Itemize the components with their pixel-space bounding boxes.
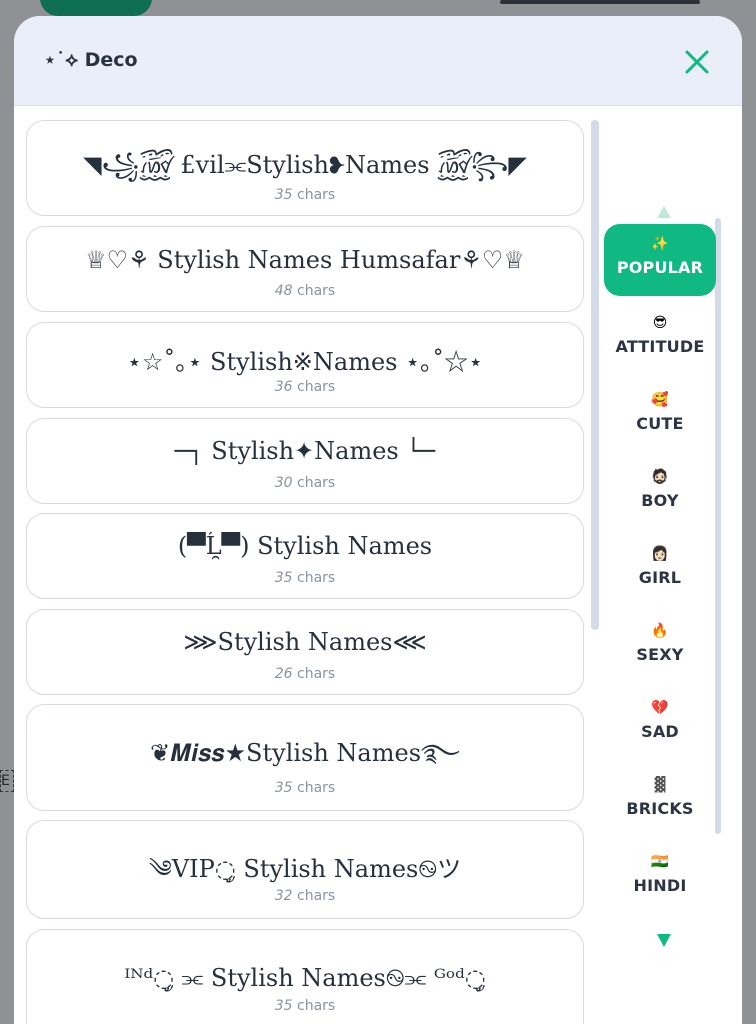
category-boy[interactable]: 🧔🏻 BOY	[604, 457, 716, 529]
category-sexy[interactable]: 🔥 SEXY	[604, 611, 716, 683]
style-card[interactable]: ♕♡⚘ Stylish Names Humsafar⚘♡♕ 48 chars	[26, 226, 584, 312]
category-label: ATTITUDE	[615, 337, 705, 356]
bricks-icon: ▓	[654, 777, 666, 793]
style-name: ♕♡⚘ Stylish Names Humsafar⚘♡♕	[85, 246, 525, 274]
char-count: 26 chars	[274, 666, 336, 682]
background-divider	[500, 0, 700, 4]
char-count: 48 chars	[274, 283, 336, 299]
deco-modal: ⋆˙⟡ Deco ◥꧁꫞ £vil⫘Stylish❥Names ꫞꧂◤ 35 c…	[14, 16, 742, 1024]
category-sad[interactable]: 💔 SAD	[604, 688, 716, 760]
sunglasses-icon: 😎	[652, 315, 668, 331]
category-label: BOY	[641, 491, 679, 510]
category-label: SAD	[641, 722, 679, 741]
char-count: 35 chars	[274, 998, 336, 1014]
style-name: ─┐ Stylish✦Names └─	[174, 437, 436, 465]
style-card[interactable]: ◥꧁꫞ £vil⫘Stylish❥Names ꫞꧂◤ 35 chars	[26, 120, 584, 216]
style-card[interactable]: (▀̿Ĺ̯▀̿) Stylish Names 35 chars	[26, 513, 584, 599]
woman-icon: 👩🏻	[651, 546, 669, 562]
style-card[interactable]: ⋆☆˚｡⋆ Stylish※Names ⋆｡˚☆⋆ 36 chars	[26, 322, 584, 408]
category-label: POPULAR	[616, 258, 704, 277]
background-input-stub: E	[0, 770, 14, 792]
chevron-up-icon[interactable]	[657, 206, 671, 218]
category-hindi[interactable]: 🇮🇳 HINDI	[604, 842, 716, 914]
broken-heart-icon: 💔	[651, 700, 669, 716]
category-label: GIRL	[638, 568, 682, 587]
char-count: 35 chars	[274, 187, 336, 203]
category-girl[interactable]: 👩🏻 GIRL	[604, 534, 716, 606]
chevron-down-icon[interactable]	[657, 934, 671, 947]
char-count: 30 chars	[274, 475, 336, 491]
char-count: 35 chars	[274, 570, 336, 586]
style-card[interactable]: ❦𝑴𝒊𝒔𝒔★Stylish Names࿐ 35 chars	[26, 704, 584, 811]
india-flag-icon: 🇮🇳	[651, 854, 669, 870]
modal-title: ⋆˙⟡ Deco	[44, 49, 138, 71]
bearded-man-icon: 🧔🏻	[651, 469, 669, 485]
char-count: 36 chars	[274, 379, 336, 395]
style-card[interactable]: ─┐ Stylish✦Names └─ 30 chars	[26, 418, 584, 504]
style-card[interactable]: ༄VIP◌ᤢ Stylish Names࿊ツ 32 chars	[26, 820, 584, 919]
hearts-face-icon: 🥰	[651, 392, 669, 408]
close-button[interactable]	[682, 47, 712, 77]
category-popular[interactable]: ✨ POPULAR	[604, 224, 716, 296]
style-card[interactable]: ᴵᴺᵈ◌ᤢ ⫘ Stylish Names࿊⫘ ᴳᵒᵈ◌ᤢ 35 chars	[26, 929, 584, 1024]
category-bricks[interactable]: ▓ BRICKS	[604, 765, 716, 837]
background-button	[40, 0, 152, 16]
list-scrollbar[interactable]	[591, 120, 599, 630]
sparkles-icon: ✨	[651, 236, 669, 252]
close-icon	[685, 50, 709, 74]
category-attitude[interactable]: 😎 ATTITUDE	[604, 303, 716, 375]
category-cute[interactable]: 🥰 CUTE	[604, 380, 716, 452]
char-count: 35 chars	[274, 780, 336, 796]
style-name: ⋆☆˚｡⋆ Stylish※Names ⋆｡˚☆⋆	[126, 348, 484, 376]
modal-header: ⋆˙⟡ Deco	[14, 16, 742, 106]
category-label: BRICKS	[626, 799, 694, 818]
category-label: HINDI	[633, 876, 687, 895]
char-count: 32 chars	[274, 888, 336, 904]
style-name: (▀̿Ĺ̯▀̿) Stylish Names	[177, 532, 433, 560]
style-card[interactable]: ⋙Stylish Names⋘ 26 chars	[26, 609, 584, 695]
style-name: ⋙Stylish Names⋘	[183, 628, 427, 656]
fire-icon: 🔥	[651, 623, 669, 639]
category-label: CUTE	[636, 414, 684, 433]
category-label: SEXY	[636, 645, 684, 664]
